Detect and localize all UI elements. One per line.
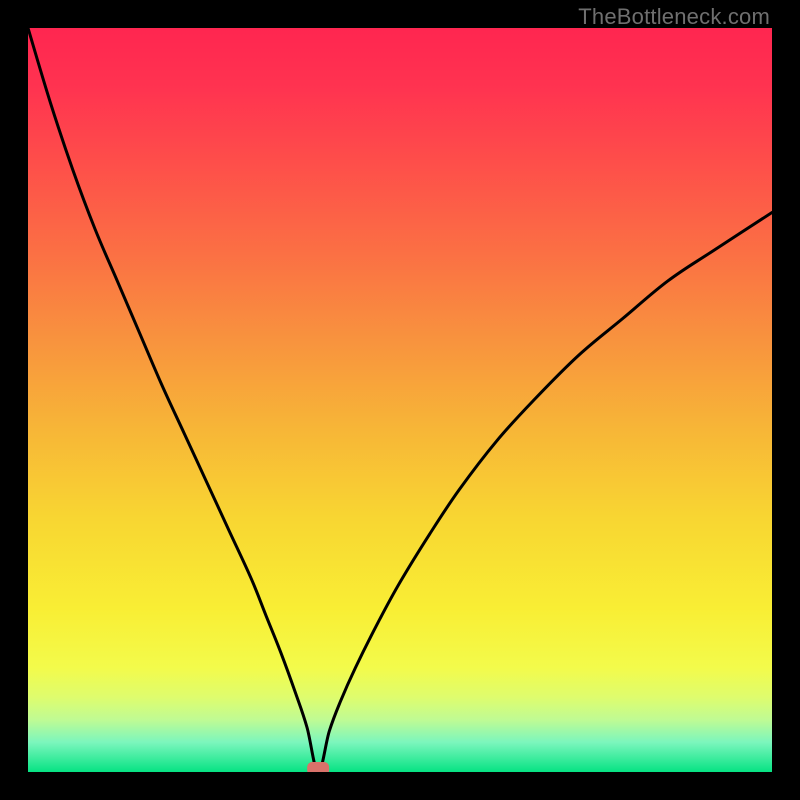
watermark-text: TheBottleneck.com <box>578 4 770 30</box>
plot-area <box>28 28 772 772</box>
vertex-marker <box>307 762 329 772</box>
chart-frame: TheBottleneck.com <box>0 0 800 800</box>
gradient-background <box>28 28 772 772</box>
plot-svg <box>28 28 772 772</box>
